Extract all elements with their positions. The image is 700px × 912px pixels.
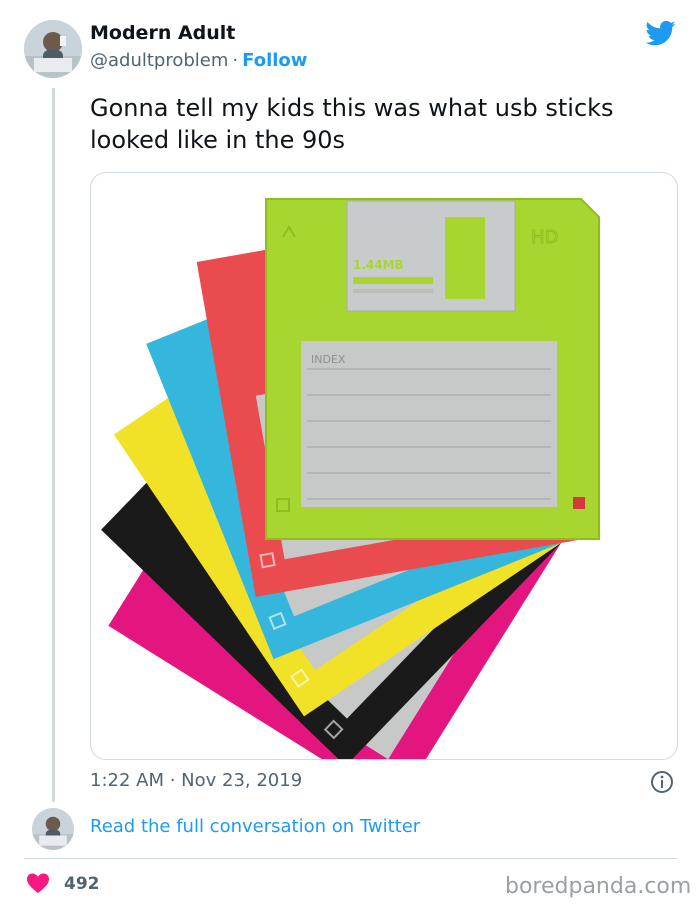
read-conversation-link[interactable]: Read the full conversation on Twitter [90,816,420,837]
tweet-timestamp[interactable]: 1:22 AM · Nov 23, 2019 [90,770,302,791]
floppy-label-title: INDEX [311,353,346,366]
tweet-image[interactable]: 1.44MB HD INDEX [90,172,678,760]
floppy-disk-front: 1.44MB HD INDEX [265,198,600,540]
divider [24,858,677,859]
floppy-disks-illustration: 1.44MB HD INDEX [91,173,677,759]
author-handle-row: @adultproblem · Follow [90,50,307,71]
author-name[interactable]: Modern Adult [90,22,235,44]
like-count[interactable]: 492 [64,874,100,894]
floppy-hd-mark: HD [531,227,558,248]
separator-dot: · [232,50,239,71]
tweet-card: Modern Adult @adultproblem · Follow Gonna … [0,0,700,912]
author-handle[interactable]: @adultproblem [90,50,228,71]
author-avatar-small[interactable] [32,808,74,850]
watermark: boredpanda.com [505,874,692,899]
author-avatar[interactable] [24,20,82,78]
thread-line [52,88,55,802]
floppy-capacity-text: 1.44MB [353,258,404,272]
info-icon[interactable] [650,770,674,794]
twitter-bird-icon[interactable] [644,18,678,48]
tweet-text: Gonna tell my kids this was what usb sti… [90,94,614,154]
heart-icon[interactable] [26,872,50,894]
follow-button[interactable]: Follow [242,50,307,71]
